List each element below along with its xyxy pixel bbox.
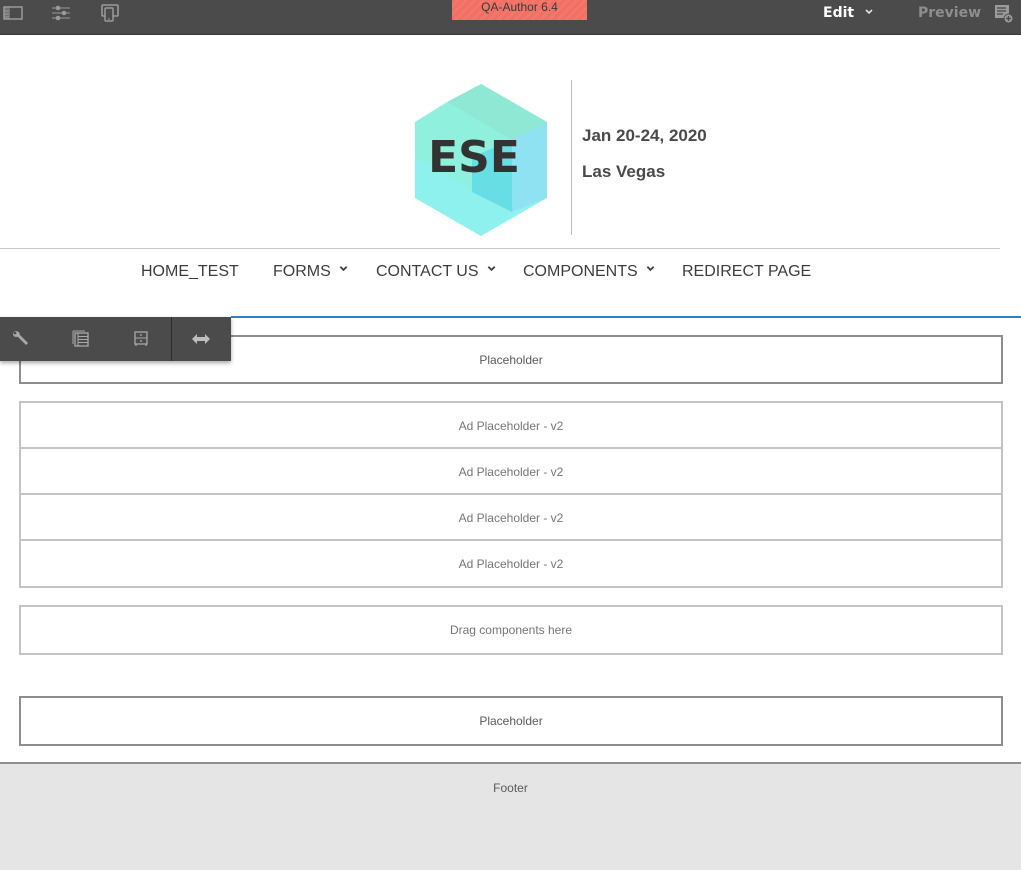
footer[interactable]: Footer <box>0 762 1021 870</box>
emulator-icon[interactable] <box>99 4 121 22</box>
ad-placeholder-label: Ad Placeholder - v2 <box>458 556 564 571</box>
ad-placeholder-label: Ad Placeholder - v2 <box>458 510 564 525</box>
chevron-down-icon <box>339 265 348 271</box>
nav-item-components[interactable]: COMPONENTS <box>523 263 655 281</box>
editor-toolbar: QA-Author 6.4 Edit Preview <box>0 0 1021 35</box>
drop-zone[interactable]: Drag components here <box>19 605 1003 655</box>
nav-item-contact-us[interactable]: CONTACT US <box>376 263 496 281</box>
ad-placeholder[interactable]: Ad Placeholder - v2 <box>19 447 1003 496</box>
drop-zone-label: Drag components here <box>449 623 573 637</box>
chevron-down-icon <box>487 265 495 271</box>
event-date: Jan 20-24, 2020 <box>582 126 707 145</box>
layout-resize-button[interactable] <box>180 317 222 361</box>
wrench-icon <box>13 331 28 345</box>
event-city: Las Vegas <box>582 162 666 181</box>
cabinet-icon <box>134 331 148 346</box>
header-divider <box>571 80 572 235</box>
side-panel-icon[interactable] <box>2 4 24 22</box>
configure-button[interactable] <box>0 317 42 361</box>
ad-placeholder-label: Ad Placeholder - v2 <box>458 418 564 433</box>
nav-label: COMPONENTS <box>523 263 638 280</box>
logo-text: ESE <box>428 132 520 183</box>
horizontal-arrows-icon <box>192 334 210 344</box>
preview-button[interactable]: Preview <box>918 5 981 21</box>
component-toolbar <box>0 317 231 361</box>
nav-item-redirect-page[interactable]: REDIRECT PAGE <box>682 263 811 281</box>
selected-component-outline <box>231 316 1021 318</box>
toolbar-separator <box>171 317 172 361</box>
ad-placeholder[interactable]: Ad Placeholder - v2 <box>19 401 1003 450</box>
placeholder-bottom[interactable]: Placeholder <box>19 696 1003 746</box>
table-icon <box>72 330 89 347</box>
page-properties-icon[interactable] <box>50 4 72 22</box>
environment-badge: QA-Author 6.4 <box>452 0 587 20</box>
nav-item-home-test[interactable]: HOME_TEST <box>141 263 239 281</box>
ad-placeholder[interactable]: Ad Placeholder - v2 <box>19 539 1003 588</box>
chevron-down-icon[interactable] <box>863 6 875 18</box>
chevron-down-icon <box>646 265 654 271</box>
nav-label: FORMS <box>273 263 331 280</box>
ad-placeholder-label: Ad Placeholder - v2 <box>458 464 564 479</box>
annotate-icon[interactable] <box>994 4 1014 24</box>
footer-label: Footer <box>493 781 528 795</box>
nav-label: HOME_TEST <box>141 263 239 280</box>
ad-placeholder[interactable]: Ad Placeholder - v2 <box>19 493 1003 542</box>
placeholder-label: Placeholder <box>479 714 543 728</box>
layout-container-button[interactable] <box>60 317 102 361</box>
nav-label: REDIRECT PAGE <box>682 263 812 280</box>
mode-selector[interactable]: Edit <box>823 5 854 21</box>
ese-logo[interactable]: ESE <box>412 82 550 238</box>
parent-button[interactable] <box>120 317 162 361</box>
nav-label: CONTACT US <box>376 263 479 280</box>
header-rule <box>0 248 1000 249</box>
placeholder-label: Placeholder <box>479 352 543 367</box>
nav-item-forms[interactable]: FORMS <box>273 263 348 281</box>
